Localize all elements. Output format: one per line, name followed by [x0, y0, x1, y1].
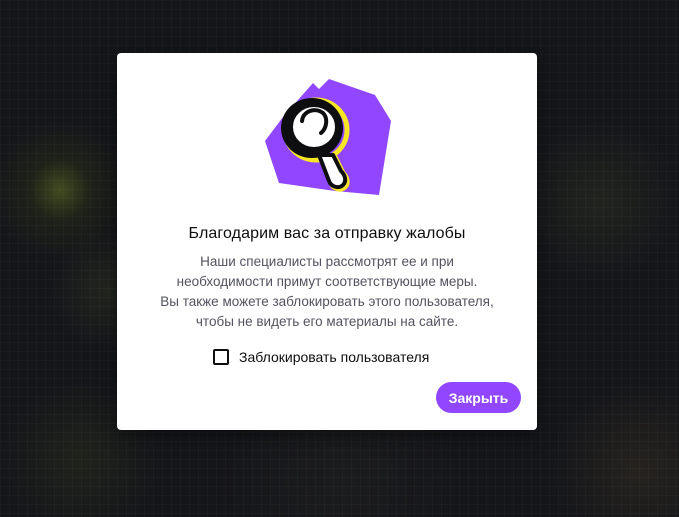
description-line: Вы также можете заблокировать этого поль… — [160, 294, 494, 309]
dialog-description: Наши специалисты рассмотрят ее и при нео… — [127, 252, 527, 332]
block-user-checkbox[interactable] — [213, 349, 229, 365]
magnifying-glass-icon — [265, 79, 391, 195]
description-line: необходимости примут соответствующие мер… — [176, 274, 478, 289]
block-user-checkbox-label: Заблокировать пользователя — [239, 349, 430, 365]
report-thanks-dialog: Благодарим вас за отправку жалобы Наши с… — [117, 53, 537, 430]
description-line: Наши специалисты рассмотрят ее и при — [200, 254, 454, 269]
close-button[interactable]: Закрыть — [436, 382, 521, 413]
block-user-checkbox-row[interactable]: Заблокировать пользователя — [213, 348, 429, 366]
description-line: чтобы не видеть его материалы на сайте. — [195, 314, 459, 329]
dialog-title: Благодарим вас за отправку жалобы — [188, 225, 466, 242]
